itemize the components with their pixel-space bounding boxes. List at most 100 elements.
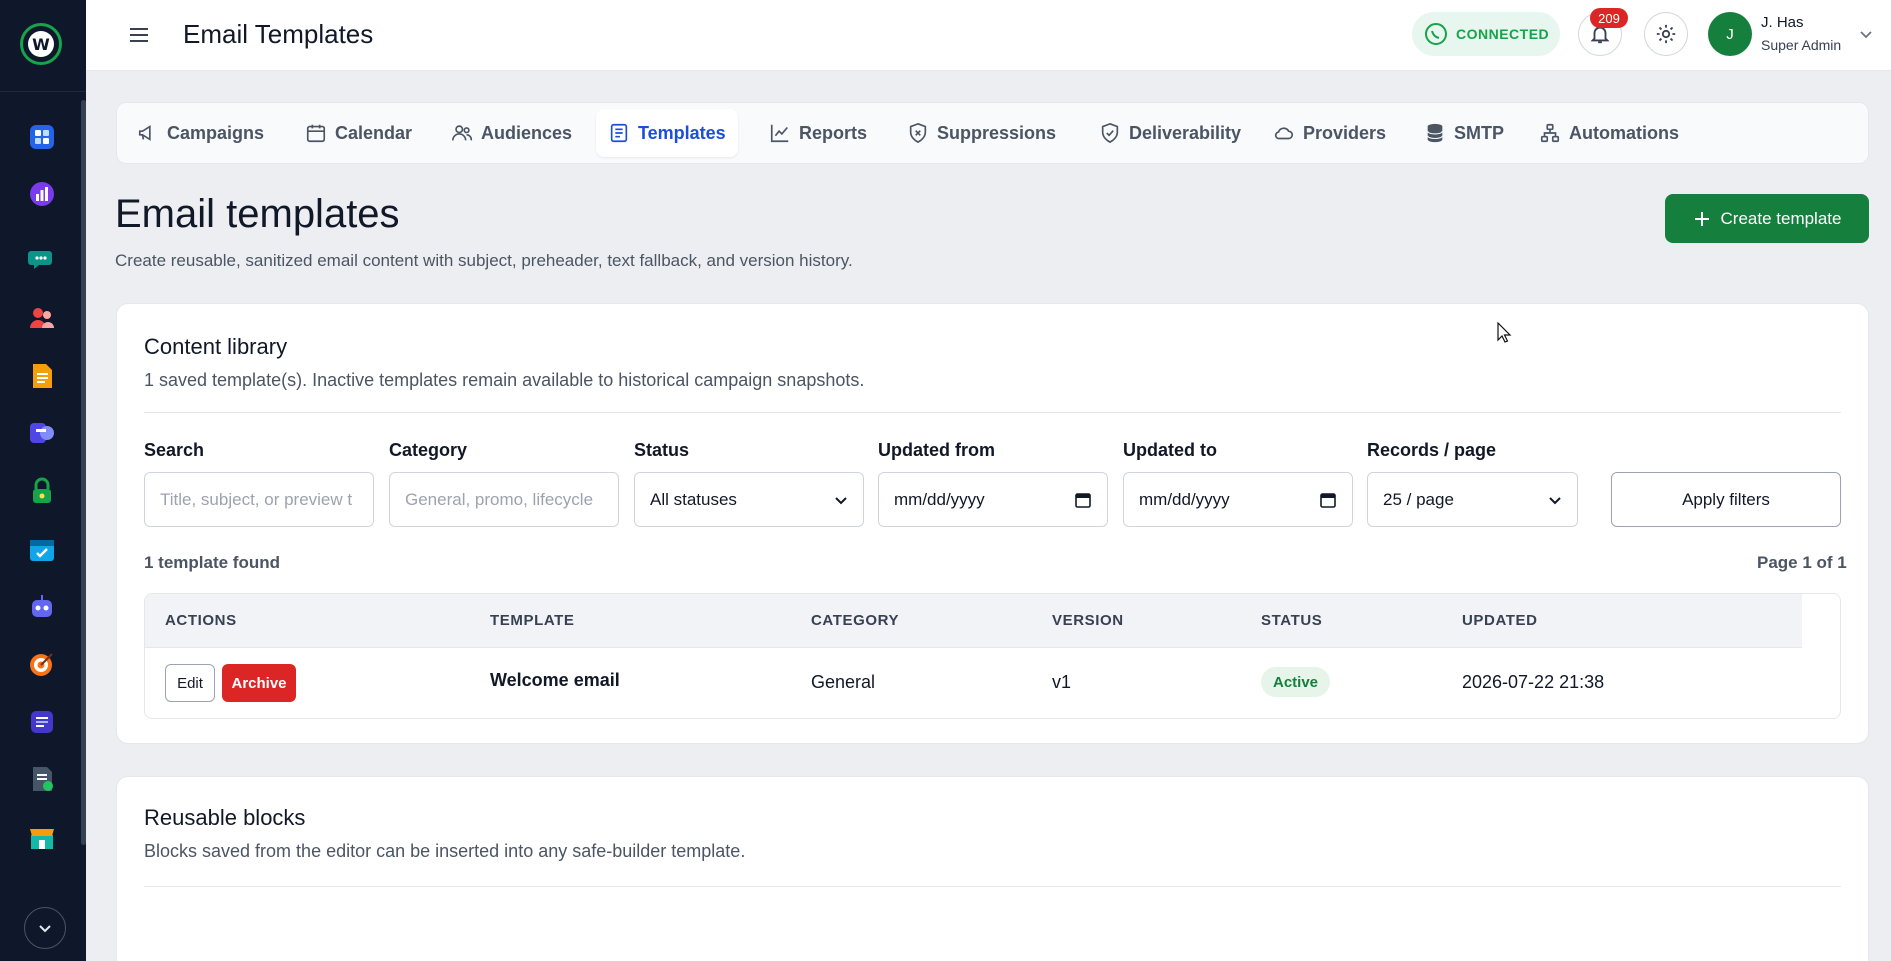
mouse-cursor-icon: [1497, 322, 1512, 343]
gear-icon: [1656, 24, 1676, 44]
sidebar: W: [0, 0, 86, 961]
category-input[interactable]: General, promo, lifecycle: [389, 472, 619, 527]
plus-icon: [1694, 211, 1709, 226]
sidebar-divider: [0, 91, 86, 92]
archive-button[interactable]: Archive: [222, 664, 296, 702]
sidebar-scrollbar[interactable]: [81, 100, 86, 845]
document-icon[interactable]: [28, 363, 56, 389]
tasks-icon[interactable]: [28, 709, 56, 735]
records-per-page-label: Records / page: [1367, 440, 1497, 460]
tab-label: Templates: [638, 122, 726, 143]
column-header: ACTIONS: [165, 612, 237, 629]
calendar-icon: [306, 124, 326, 143]
template-updated: 2026-07-22 21:38: [1462, 672, 1605, 692]
search-label: Search: [144, 440, 205, 460]
updated-from-input[interactable]: mm/dd/yyyy: [878, 472, 1108, 527]
card-title: Reusable blocks: [144, 805, 306, 830]
lock-icon[interactable]: [28, 477, 56, 504]
template-category: General: [811, 672, 876, 692]
whatsapp-icon: [1425, 23, 1447, 45]
chevron-down-icon: [39, 925, 51, 933]
tab-campaigns[interactable]: Campaigns: [125, 109, 276, 157]
cloud-icon: [1274, 127, 1294, 140]
tab-deliverability[interactable]: Deliverability: [1087, 109, 1253, 157]
flow-icon: [1540, 123, 1560, 143]
tab-providers[interactable]: Providers: [1261, 109, 1398, 157]
table-header: ACTIONS TEMPLATE CATEGORY VERSION STATUS…: [145, 594, 1802, 648]
dashboard-icon[interactable]: [28, 124, 56, 150]
templates-table: ACTIONS TEMPLATE CATEGORY VERSION STATUS…: [144, 593, 1841, 719]
analytics-icon[interactable]: [28, 181, 56, 207]
category-label: Category: [389, 440, 468, 460]
records-per-page-value: 25 / page: [1383, 489, 1454, 509]
updated-to-value: mm/dd/yyyy: [1139, 489, 1230, 509]
avatar[interactable]: J: [1708, 12, 1752, 56]
connection-status-badge[interactable]: CONNECTED: [1412, 12, 1560, 56]
calendar-icon: [1075, 492, 1091, 508]
updated-from-label: Updated from: [878, 440, 995, 460]
tab-label: Providers: [1303, 122, 1387, 143]
tab-suppressions[interactable]: Suppressions: [895, 109, 1068, 157]
settings-button[interactable]: [1644, 12, 1688, 56]
tab-reports[interactable]: Reports: [757, 109, 879, 157]
tab-label: Deliverability: [1129, 122, 1242, 143]
app-logo[interactable]: W: [20, 23, 62, 65]
divider: [144, 886, 1841, 887]
trend-icon: [770, 124, 789, 143]
status-select[interactable]: All statuses: [634, 472, 864, 527]
column-header: UPDATED: [1462, 612, 1538, 629]
updated-to-input[interactable]: mm/dd/yyyy: [1123, 472, 1353, 527]
result-count: 1 template found: [144, 553, 281, 572]
updated-to-label: Updated to: [1123, 440, 1217, 460]
template-version: v1: [1052, 672, 1072, 692]
section-title: Email templates: [115, 192, 400, 236]
chevron-down-icon: [1549, 496, 1561, 504]
sidebar-collapse-button[interactable]: [24, 907, 66, 949]
tab-templates[interactable]: Templates: [596, 109, 738, 157]
page-indicator: Page 1 of 1: [1757, 553, 1847, 572]
shield-x-icon: [909, 122, 927, 144]
tab-label: Campaigns: [167, 122, 265, 143]
tab-smtp[interactable]: SMTP: [1412, 109, 1516, 157]
store-icon[interactable]: [28, 825, 56, 851]
card-subtitle: Blocks saved from the editor can be inse…: [144, 841, 746, 861]
column-header: STATUS: [1261, 612, 1323, 629]
content-library-card: Content library 1 saved template(s). Ina…: [116, 303, 1869, 744]
records-per-page-select[interactable]: 25 / page: [1367, 472, 1578, 527]
chat-icon[interactable]: [28, 246, 56, 272]
document-icon: [610, 123, 628, 143]
module-tabs: Campaigns Calendar Audiences Templates R…: [116, 102, 1869, 164]
template-name[interactable]: Welcome email: [490, 670, 620, 691]
chevron-down-icon[interactable]: [1858, 26, 1874, 42]
tab-label: Suppressions: [937, 122, 1057, 143]
bot-icon[interactable]: [28, 594, 56, 620]
apply-filters-button[interactable]: Apply filters: [1611, 472, 1841, 527]
page-title: Email Templates: [183, 19, 374, 49]
search-input[interactable]: Title, subject, or preview t: [144, 472, 374, 527]
chevron-down-icon: [835, 496, 847, 504]
tab-label: SMTP: [1454, 122, 1505, 143]
contacts-icon[interactable]: [28, 305, 56, 331]
tab-label: Calendar: [335, 122, 413, 143]
megaphone-icon: [138, 125, 151, 141]
user-name[interactable]: J. Has: [1761, 14, 1804, 31]
menu-toggle-icon[interactable]: [130, 24, 148, 44]
tab-label: Audiences: [481, 122, 573, 143]
create-template-label: Create template: [1720, 208, 1842, 228]
shield-check-icon: [1101, 122, 1119, 144]
tab-automations[interactable]: Automations: [1527, 109, 1691, 157]
target-icon[interactable]: [28, 651, 56, 677]
switch-icon[interactable]: [28, 420, 56, 446]
tab-label: Automations: [1569, 122, 1679, 143]
column-header: VERSION: [1052, 612, 1124, 629]
card-subtitle: 1 saved template(s). Inactive templates …: [144, 370, 865, 390]
create-template-button[interactable]: Create template: [1665, 194, 1869, 243]
tab-calendar[interactable]: Calendar: [293, 109, 424, 157]
topbar: Email Templates CONNECTED 209 J J. Has S…: [86, 0, 1891, 71]
tab-audiences[interactable]: Audiences: [439, 109, 584, 157]
edit-button[interactable]: Edit: [165, 664, 215, 702]
divider: [144, 412, 1841, 413]
calendar-check-icon[interactable]: [28, 536, 56, 562]
report-check-icon[interactable]: [28, 766, 56, 792]
column-header: CATEGORY: [811, 612, 900, 629]
